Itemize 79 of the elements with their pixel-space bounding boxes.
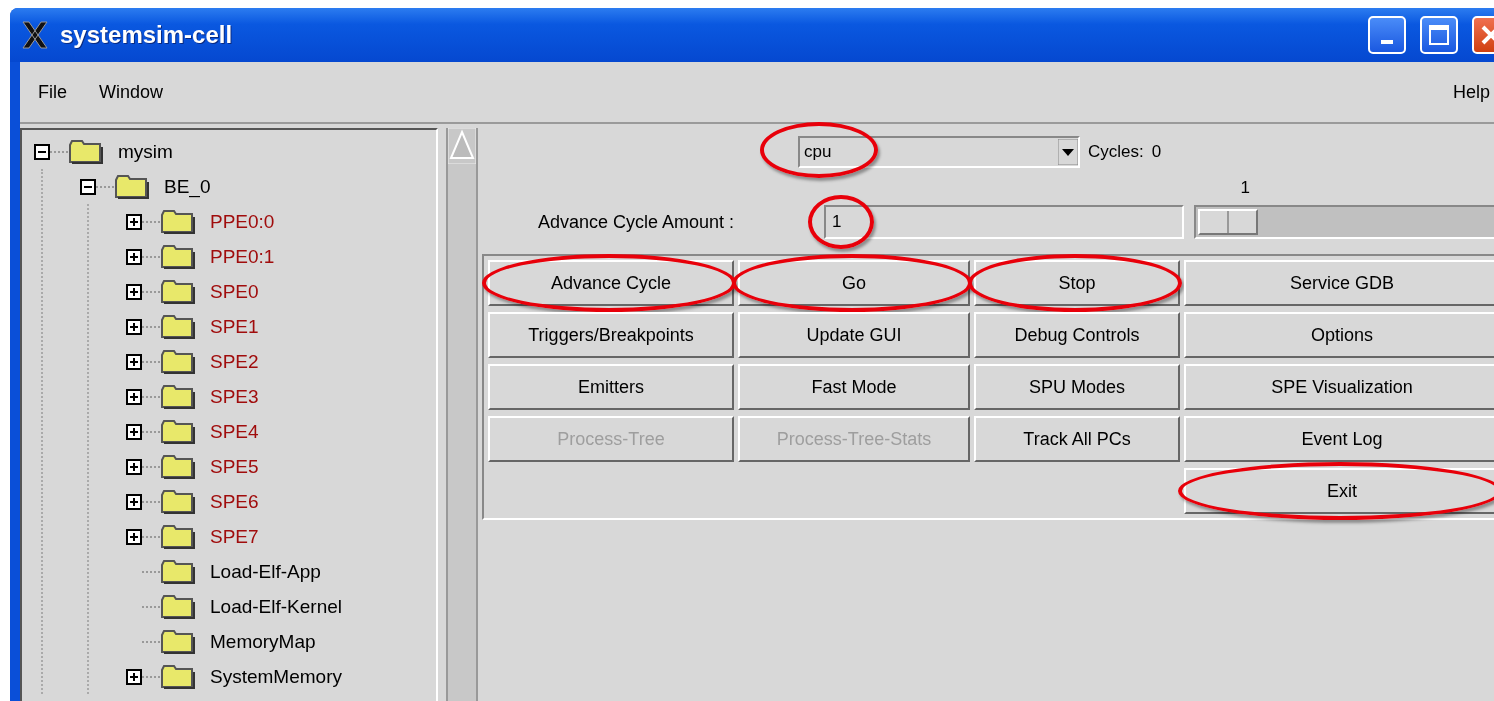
action-button[interactable]: SPE Visualization — [1184, 364, 1494, 410]
menu-item[interactable]: File — [38, 81, 67, 103]
expand-icon[interactable] — [126, 318, 142, 335]
menu-item[interactable]: Help — [1452, 81, 1490, 103]
tree-item[interactable]: SPE6 — [210, 490, 259, 513]
collapse-icon[interactable] — [34, 143, 50, 160]
expand-icon[interactable] — [126, 213, 142, 230]
action-button[interactable]: Track All PCs — [974, 416, 1180, 462]
folder-icon — [160, 243, 196, 270]
folder-icon — [68, 138, 104, 165]
tree-item[interactable]: SystemMemory — [210, 665, 342, 688]
tree-item[interactable]: mysim — [118, 140, 173, 163]
action-button[interactable]: Service GDB — [1184, 260, 1494, 306]
tree-item[interactable]: PPE0:1 — [210, 245, 275, 268]
folder-icon — [160, 208, 196, 235]
minimize-icon — [1381, 40, 1393, 44]
tree-item[interactable]: MemoryMap — [210, 630, 316, 653]
folder-icon — [160, 663, 196, 690]
expand-icon[interactable] — [126, 353, 142, 370]
cycles-label: Cycles: — [1088, 142, 1144, 162]
x-logo-icon — [20, 20, 50, 50]
action-button[interactable]: Stop — [974, 260, 1180, 306]
window-title: systemsim-cell — [60, 21, 233, 49]
maximize-icon — [1428, 24, 1450, 46]
tree-item[interactable]: PPE0:0 — [210, 210, 275, 233]
folder-icon — [160, 488, 196, 515]
slider-track[interactable] — [1194, 205, 1494, 239]
action-button[interactable]: Exit — [1184, 468, 1494, 514]
folder-icon — [160, 558, 196, 585]
tree-item[interactable]: SPE7 — [210, 525, 259, 548]
cpu-dropdown[interactable]: cpu — [798, 136, 1080, 168]
folder-icon — [160, 278, 196, 305]
action-button[interactable]: SPU Modes — [974, 364, 1180, 410]
action-button[interactable]: Debug Controls — [974, 312, 1180, 358]
slider-value: 1 — [1240, 178, 1250, 198]
maximize-button[interactable] — [1420, 16, 1458, 54]
tree-item[interactable]: SPE0 — [210, 280, 259, 303]
minimize-button[interactable] — [1368, 16, 1406, 54]
expand-icon[interactable] — [126, 528, 142, 545]
action-button[interactable]: Event Log — [1184, 416, 1494, 462]
folder-icon — [160, 523, 196, 550]
field-label: Advance Cycle Amount : — [537, 211, 736, 233]
action-button[interactable]: Fast Mode — [738, 364, 970, 410]
action-button[interactable]: Options — [1184, 312, 1494, 358]
scrollbar[interactable] — [446, 128, 478, 701]
folder-icon — [160, 628, 196, 655]
tree-item[interactable]: Load-Elf-App — [210, 560, 321, 583]
action-button[interactable]: Emitters — [488, 364, 734, 410]
expand-icon[interactable] — [126, 248, 142, 265]
folder-icon — [160, 348, 196, 375]
action-button[interactable]: Triggers/Breakpoints — [488, 312, 734, 358]
dropdown-arrow-icon[interactable] — [1058, 139, 1078, 165]
expand-icon[interactable] — [126, 668, 142, 685]
tree-item[interactable]: Load-Elf-Kernel — [210, 595, 343, 618]
folder-icon — [160, 453, 196, 480]
expand-icon[interactable] — [126, 493, 142, 510]
expand-icon[interactable] — [126, 458, 142, 475]
slider-thumb[interactable] — [1198, 209, 1258, 235]
action-button[interactable]: Go — [738, 260, 970, 306]
expand-icon[interactable] — [126, 283, 142, 300]
folder-icon — [160, 418, 196, 445]
folder-icon — [160, 313, 196, 340]
collapse-icon[interactable] — [80, 178, 96, 195]
folder-icon — [160, 593, 196, 620]
cycle-amount-field[interactable]: 1 — [824, 205, 1184, 239]
cycles-value: 0 — [1151, 142, 1162, 162]
expand-icon[interactable] — [126, 423, 142, 440]
tree-item[interactable]: SPE5 — [210, 455, 259, 478]
folder-icon — [160, 383, 196, 410]
action-button[interactable]: Update GUI — [738, 312, 970, 358]
menu-item[interactable]: Window — [99, 81, 164, 103]
expand-icon[interactable] — [126, 388, 142, 405]
tree-item[interactable]: SPE1 — [210, 315, 259, 338]
tree-item[interactable]: SPE4 — [210, 420, 259, 443]
tree-item[interactable]: SPE3 — [210, 385, 259, 408]
tree-item[interactable]: BE_0 — [164, 175, 211, 198]
action-button[interactable]: Advance Cycle — [488, 260, 734, 306]
tree-item[interactable]: SPE2 — [210, 350, 259, 373]
folder-icon — [114, 173, 150, 200]
